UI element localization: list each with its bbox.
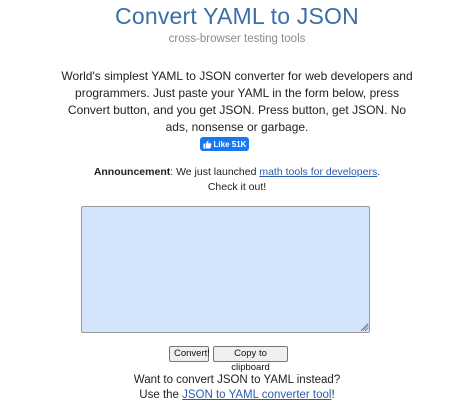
footer-line-2: Use the JSON to YAML converter tool! [0,388,474,403]
facebook-like-button[interactable]: Like 51K [200,137,249,151]
footer-text: Use the [139,389,183,401]
yaml-input[interactable] [81,206,370,333]
announcement-text: : We just launched [170,166,260,178]
announcement-period: . [377,166,381,178]
announcement-label: Announcement [93,166,171,178]
intro-text: World's simplest YAML to JSON converter … [61,69,413,134]
facebook-like-label: Like 51K [213,139,247,149]
announcement-line-1: Announcement: We just launched math tool… [0,165,474,180]
math-tools-link[interactable]: math tools for developers [259,166,377,178]
footer-line-1: Want to convert JSON to YAML instead? [133,374,341,386]
footer: Want to convert JSON to YAML instead? Us… [0,373,474,403]
announcement-line-2: Check it out! [207,181,267,193]
footer-exclamation: ! [331,389,335,401]
page-subtitle: cross-browser testing tools [168,33,306,45]
thumbs-up-icon [202,140,211,149]
convert-button[interactable]: Convert! [169,346,210,362]
copy-to-clipboard-button[interactable]: Copy to clipboard [213,346,288,373]
page-title: Convert YAML to JSON [115,3,359,29]
page: Convert YAML to JSON cross-browser testi… [0,0,474,408]
json-to-yaml-link[interactable]: JSON to YAML converter tool [182,389,331,401]
announcement: Announcement: We just launched math tool… [0,165,474,195]
